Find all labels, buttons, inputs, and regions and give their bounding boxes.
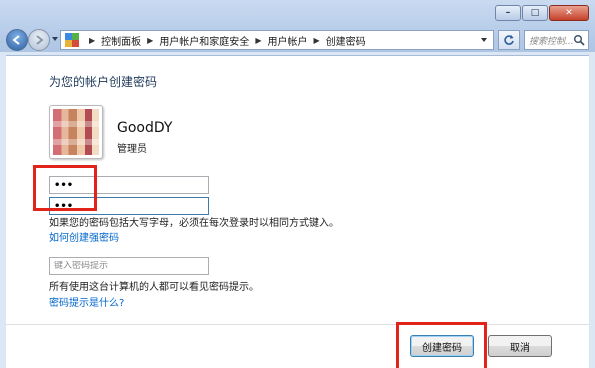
user-role: 管理员 bbox=[117, 144, 147, 155]
maximize-icon: □ bbox=[530, 7, 540, 18]
password-hint-info-link[interactable]: 密码提示是什么? bbox=[49, 294, 124, 309]
breadcrumb-separator-icon[interactable]: ▶ bbox=[147, 36, 153, 45]
navigation-bar: ▶ 控制面板 ▶ 用户帐户和家庭安全 ▶ 用户帐户 ▶ 创建密码 搜索控制... bbox=[6, 29, 589, 51]
main-content: 为您的帐户创建密码 GoodDY 管理员 ••• ••• 如果您的密码包括大写字… bbox=[6, 55, 589, 368]
breadcrumb: ▶ 控制面板 ▶ 用户帐户和家庭安全 ▶ 用户帐户 ▶ 创建密码 bbox=[83, 33, 366, 48]
refresh-icon bbox=[504, 35, 514, 45]
user-picture bbox=[53, 109, 99, 155]
breadcrumb-separator-icon[interactable]: ▶ bbox=[255, 36, 261, 45]
page-title: 为您的帐户创建密码 bbox=[49, 75, 158, 89]
recent-pages-dropdown-icon[interactable] bbox=[52, 37, 58, 41]
address-bar[interactable]: ▶ 控制面板 ▶ 用户帐户和家庭安全 ▶ 用户帐户 ▶ 创建密码 bbox=[60, 30, 494, 50]
breadcrumb-separator-icon: ▶ bbox=[89, 35, 96, 45]
case-sensitivity-note: 如果您的密码包括大写字母，必须在每次登录时以相同方式键入。 bbox=[49, 218, 339, 229]
breadcrumb-item[interactable]: 用户帐户和家庭安全 bbox=[159, 33, 249, 48]
password-hint-field[interactable] bbox=[49, 257, 209, 275]
search-placeholder: 搜索控制... bbox=[529, 36, 574, 47]
breadcrumb-separator-icon[interactable]: ▶ bbox=[313, 36, 319, 45]
password-hint-input[interactable] bbox=[54, 261, 208, 271]
footer-divider bbox=[6, 324, 589, 325]
search-box[interactable]: 搜索控制... bbox=[524, 30, 589, 50]
refresh-button[interactable] bbox=[498, 30, 520, 50]
breadcrumb-item[interactable]: 控制面板 bbox=[101, 33, 141, 48]
user-name: GoodDY bbox=[117, 120, 173, 136]
back-arrow-icon bbox=[12, 35, 20, 45]
breadcrumb-item[interactable]: 用户帐户 bbox=[267, 33, 307, 48]
address-dropdown-icon[interactable] bbox=[481, 38, 487, 42]
close-icon: ✕ bbox=[565, 7, 573, 18]
maximize-button[interactable]: □ bbox=[522, 5, 548, 21]
forward-button[interactable] bbox=[28, 29, 50, 51]
create-button-annotation bbox=[396, 322, 487, 368]
password-fields-annotation bbox=[33, 165, 97, 211]
close-button[interactable]: ✕ bbox=[549, 5, 589, 21]
breadcrumb-item[interactable]: 创建密码 bbox=[326, 33, 366, 48]
cancel-button[interactable]: 取消 bbox=[488, 335, 552, 357]
search-icon[interactable] bbox=[573, 34, 585, 46]
hint-visibility-note: 所有使用这台计算机的人都可以看见密码提示。 bbox=[49, 282, 259, 293]
strong-password-link[interactable]: 如何创建强密码 bbox=[49, 229, 119, 244]
window-chrome: – □ ✕ ▶ 控制面板 ▶ 用户帐户和家庭安全 ▶ 用户帐户 ▶ 创建密码 搜… bbox=[0, 0, 595, 52]
minimize-icon: – bbox=[505, 7, 511, 18]
control-panel-icon bbox=[65, 33, 79, 47]
minimize-button[interactable]: – bbox=[495, 5, 521, 21]
forward-arrow-icon bbox=[36, 35, 44, 45]
avatar bbox=[49, 105, 103, 159]
back-button[interactable] bbox=[6, 29, 28, 51]
window-controls: – □ ✕ bbox=[495, 5, 589, 21]
